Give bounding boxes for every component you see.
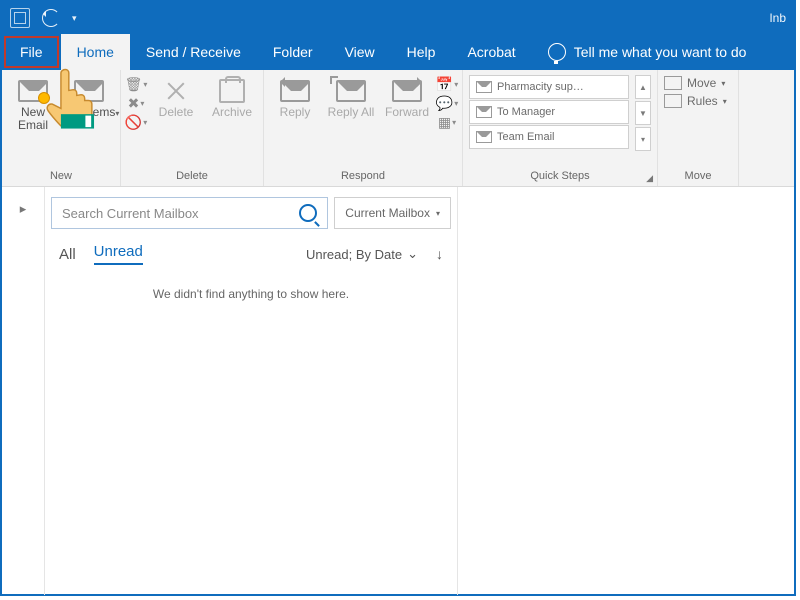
group-quick-steps-label: Quick Steps bbox=[469, 168, 651, 184]
group-quick-steps: Pharmacity sup… To Manager Team Email ▲ … bbox=[463, 70, 658, 186]
qat-dropdown-icon[interactable]: ▾ bbox=[72, 13, 77, 24]
tab-folder[interactable]: Folder bbox=[257, 34, 329, 70]
junk-icon[interactable]: 🚫▾ bbox=[127, 114, 145, 130]
quick-steps-up[interactable]: ▲ bbox=[635, 75, 651, 99]
ignore-icon[interactable]: 🗑▾ bbox=[127, 76, 145, 92]
quick-step-item[interactable]: Pharmacity sup… bbox=[469, 75, 629, 99]
group-new-label: New bbox=[8, 168, 114, 184]
rules-icon bbox=[664, 94, 682, 108]
search-scope-label: Current Mailbox bbox=[345, 206, 430, 220]
message-list-pane: Search Current Mailbox Current Mailbox ▾… bbox=[45, 187, 458, 595]
move-button[interactable]: Move▾ bbox=[664, 76, 732, 90]
envelope-small-icon bbox=[476, 106, 492, 118]
quick-steps-down[interactable]: ▼ bbox=[635, 101, 651, 125]
quick-step-item[interactable]: Team Email bbox=[469, 125, 629, 149]
rules-button[interactable]: Rules▾ bbox=[664, 94, 732, 108]
delete-x-icon bbox=[165, 80, 187, 102]
window-title: Inb bbox=[769, 11, 786, 25]
forward-label: Forward bbox=[385, 106, 429, 119]
chevron-down-icon: ▾ bbox=[436, 209, 440, 218]
filter-unread[interactable]: Unread bbox=[94, 243, 143, 265]
group-delete-label: Delete bbox=[127, 168, 257, 184]
archive-box-icon bbox=[219, 79, 245, 103]
search-placeholder: Search Current Mailbox bbox=[62, 206, 199, 221]
undo-icon[interactable] bbox=[42, 9, 60, 27]
archive-label: Archive bbox=[212, 106, 252, 119]
ribbon: New Email New Items▾ New 🗑▾ ✖▾ 🚫▾ Delete bbox=[2, 70, 794, 187]
more-respond-icon[interactable]: ▦▾ bbox=[438, 114, 456, 130]
forward-icon bbox=[392, 80, 422, 102]
empty-state-text: We didn't find anything to show here. bbox=[51, 287, 451, 301]
archive-button[interactable]: Archive bbox=[207, 74, 257, 119]
dialog-launcher-icon[interactable]: ◢ bbox=[646, 173, 653, 184]
tab-send-receive[interactable]: Send / Receive bbox=[130, 34, 257, 70]
delete-label: Delete bbox=[159, 106, 194, 119]
lightbulb-icon bbox=[548, 43, 566, 61]
reply-all-label: Reply All bbox=[328, 106, 375, 119]
title-bar: ▾ Inb bbox=[2, 2, 794, 34]
tab-help[interactable]: Help bbox=[391, 34, 452, 70]
tab-file[interactable]: File bbox=[4, 36, 59, 68]
reply-icon bbox=[280, 80, 310, 102]
forward-button[interactable]: Forward bbox=[382, 74, 432, 119]
search-icon[interactable] bbox=[299, 204, 317, 222]
reply-all-button[interactable]: Reply All bbox=[326, 74, 376, 119]
group-respond: Reply Reply All Forward 📅▾ 💬▾ ▦▾ Respond bbox=[264, 70, 463, 186]
group-respond-label: Respond bbox=[270, 168, 456, 184]
im-icon[interactable]: 💬▾ bbox=[438, 95, 456, 111]
search-scope-dropdown[interactable]: Current Mailbox ▾ bbox=[334, 197, 451, 229]
group-move-label: Move bbox=[664, 168, 732, 184]
filter-all[interactable]: All bbox=[59, 246, 76, 263]
reading-pane bbox=[458, 187, 794, 595]
chevron-down-icon: ⌄ bbox=[407, 246, 418, 262]
ribbon-tabs: File Home Send / Receive Folder View Hel… bbox=[2, 34, 794, 70]
tell-me[interactable]: Tell me what you want to do bbox=[532, 34, 763, 70]
search-input[interactable]: Search Current Mailbox bbox=[51, 197, 328, 229]
new-email-label: New Email bbox=[8, 106, 58, 132]
folder-icon bbox=[664, 76, 682, 90]
reply-label: Reply bbox=[280, 106, 311, 119]
new-items-button[interactable]: New Items▾ bbox=[64, 74, 114, 119]
group-move: Move▾ Rules▾ Move bbox=[658, 70, 739, 186]
tab-view[interactable]: View bbox=[329, 34, 391, 70]
new-email-button[interactable]: New Email bbox=[8, 74, 58, 132]
group-new: New Email New Items▾ New bbox=[2, 70, 121, 186]
folder-pane-collapsed[interactable]: ▸ bbox=[2, 187, 45, 595]
delete-button[interactable]: Delete bbox=[151, 74, 201, 119]
group-delete: 🗑▾ ✖▾ 🚫▾ Delete Archive Delete bbox=[121, 70, 264, 186]
quick-step-item[interactable]: To Manager bbox=[469, 100, 629, 124]
envelope-icon bbox=[74, 80, 104, 102]
meeting-icon[interactable]: 📅▾ bbox=[438, 76, 456, 92]
envelope-small-icon bbox=[476, 131, 492, 143]
tab-acrobat[interactable]: Acrobat bbox=[451, 34, 531, 70]
tell-me-label: Tell me what you want to do bbox=[574, 44, 747, 60]
sort-dropdown[interactable]: Unread; By Date ⌄ bbox=[306, 246, 418, 262]
reply-button[interactable]: Reply bbox=[270, 74, 320, 119]
sort-direction-button[interactable]: ↓ bbox=[436, 246, 443, 262]
quick-steps-more[interactable]: ▾ bbox=[635, 127, 651, 151]
app-icon bbox=[10, 8, 30, 28]
envelope-small-icon bbox=[476, 81, 492, 93]
clean-up-icon[interactable]: ✖▾ bbox=[127, 95, 145, 111]
chevron-right-icon: ▸ bbox=[20, 201, 27, 216]
tab-home[interactable]: Home bbox=[61, 34, 130, 70]
reply-all-icon bbox=[336, 80, 366, 102]
envelope-new-icon bbox=[18, 80, 48, 102]
